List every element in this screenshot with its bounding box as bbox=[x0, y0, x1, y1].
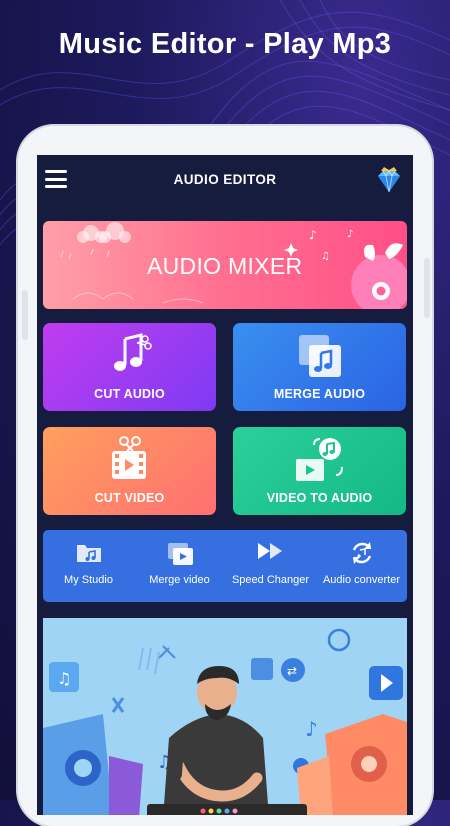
audio-converter-button[interactable]: Audio converter bbox=[316, 530, 407, 602]
merge-video-button[interactable]: Merge video bbox=[134, 530, 225, 602]
cut-audio-label: CUT AUDIO bbox=[94, 387, 165, 401]
film-scissors-icon bbox=[111, 436, 146, 479]
audio-converter-label: Audio converter bbox=[322, 574, 401, 586]
dj-illustration: ♫ ⇄ ♪ ♫ bbox=[43, 628, 407, 815]
video-to-audio-label: VIDEO TO AUDIO bbox=[266, 491, 373, 505]
app-title: AUDIO EDITOR bbox=[173, 172, 277, 187]
promo-illustration: ♫ ⇄ ♪ ♫ bbox=[43, 618, 407, 815]
my-studio-button[interactable]: My Studio bbox=[43, 530, 134, 602]
fast-forward-icon bbox=[257, 543, 282, 559]
phone-power-button bbox=[424, 258, 430, 318]
convert-arrows-icon bbox=[352, 542, 371, 564]
cut-video-label: CUT VIDEO bbox=[94, 491, 165, 505]
svg-text:⇄: ⇄ bbox=[287, 664, 297, 678]
speed-changer-button[interactable]: Speed Changer bbox=[225, 530, 316, 602]
merge-video-label: Merge video bbox=[149, 574, 210, 586]
folder-music-icon bbox=[76, 545, 101, 562]
svg-text:♪: ♪ bbox=[305, 717, 318, 741]
svg-text:♪: ♪ bbox=[347, 229, 353, 240]
top-app-bar: AUDIO EDITOR bbox=[37, 155, 413, 205]
phone-volume-button bbox=[22, 290, 28, 340]
merge-audio-label: MERGE AUDIO bbox=[273, 387, 366, 401]
video-to-audio-icon bbox=[295, 438, 343, 481]
store-headline: Music Editor - Play Mp3 bbox=[58, 28, 392, 60]
merge-video-icon bbox=[167, 543, 193, 565]
app-screen: AUDIO EDITOR ♪ ♫ ♪ AUDIO MIXER CUT AUDIO… bbox=[37, 155, 413, 815]
music-note-scissors-icon bbox=[113, 333, 152, 371]
merge-audio-icon bbox=[298, 335, 341, 377]
my-studio-label: My Studio bbox=[64, 574, 113, 586]
audio-mixer-banner[interactable]: ♪ ♫ ♪ AUDIO MIXER bbox=[43, 221, 407, 309]
diamond-crown-icon[interactable] bbox=[375, 165, 403, 195]
svg-text:♫: ♫ bbox=[57, 669, 71, 688]
cut-audio-tile[interactable]: CUT AUDIO bbox=[43, 323, 216, 411]
video-to-audio-tile[interactable]: VIDEO TO AUDIO bbox=[233, 427, 406, 515]
speed-changer-label: Speed Changer bbox=[231, 574, 310, 586]
audio-mixer-label: AUDIO MIXER bbox=[147, 253, 303, 279]
quick-actions-bar: My Studio Merge video Speed Changer Audi… bbox=[43, 530, 407, 602]
cut-video-tile[interactable]: CUT VIDEO bbox=[43, 427, 216, 515]
svg-text:♫: ♫ bbox=[321, 251, 330, 262]
merge-audio-tile[interactable]: MERGE AUDIO bbox=[233, 323, 406, 411]
svg-text:♪: ♪ bbox=[309, 228, 317, 242]
